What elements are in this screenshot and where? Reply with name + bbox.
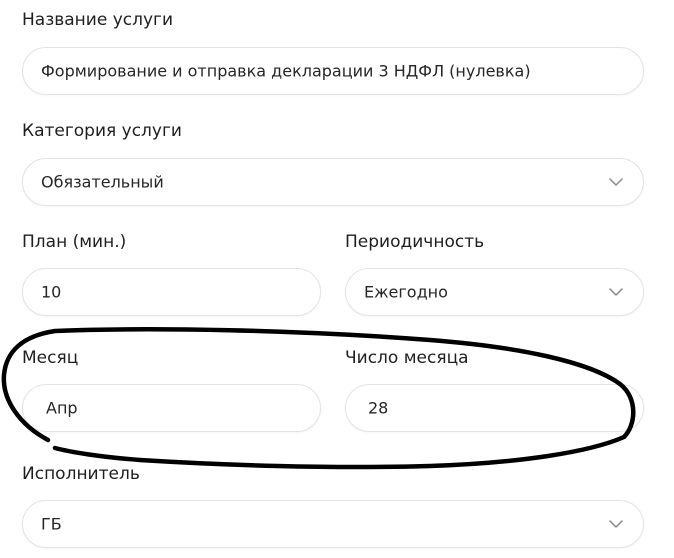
plan-minutes-input[interactable]: 10 (22, 268, 321, 316)
plan-minutes-value: 10 (41, 282, 62, 302)
day-of-month-input[interactable]: 28 (345, 384, 644, 432)
service-name-label: Название услуги (22, 10, 174, 30)
service-name-value: Формирование и отправка декларации 3 НДФ… (41, 61, 531, 81)
executor-value: ГБ (41, 514, 62, 534)
service-form: Название услуги Формирование и отправка … (0, 0, 674, 558)
executor-label: Исполнитель (22, 464, 140, 484)
periodicity-label: Периодичность (345, 232, 485, 252)
service-category-label: Категория услуги (22, 121, 182, 141)
periodicity-value: Ежегодно (364, 282, 448, 302)
day-of-month-label: Число месяца (345, 348, 469, 368)
periodicity-select[interactable]: Ежегодно (345, 268, 644, 316)
plan-minutes-label: План (мин.) (22, 232, 127, 252)
month-value: Апр (46, 398, 78, 418)
service-name-field[interactable]: Формирование и отправка декларации 3 НДФ… (22, 47, 644, 95)
chevron-down-icon (609, 178, 623, 186)
chevron-down-icon (609, 288, 623, 296)
day-of-month-value: 28 (368, 398, 389, 418)
service-category-value: Обязательный (41, 172, 164, 192)
service-category-select[interactable]: Обязательный (22, 158, 644, 206)
month-input[interactable]: Апр (22, 384, 321, 432)
month-label: Месяц (22, 348, 79, 368)
executor-select[interactable]: ГБ (22, 500, 644, 548)
chevron-down-icon (609, 520, 623, 528)
